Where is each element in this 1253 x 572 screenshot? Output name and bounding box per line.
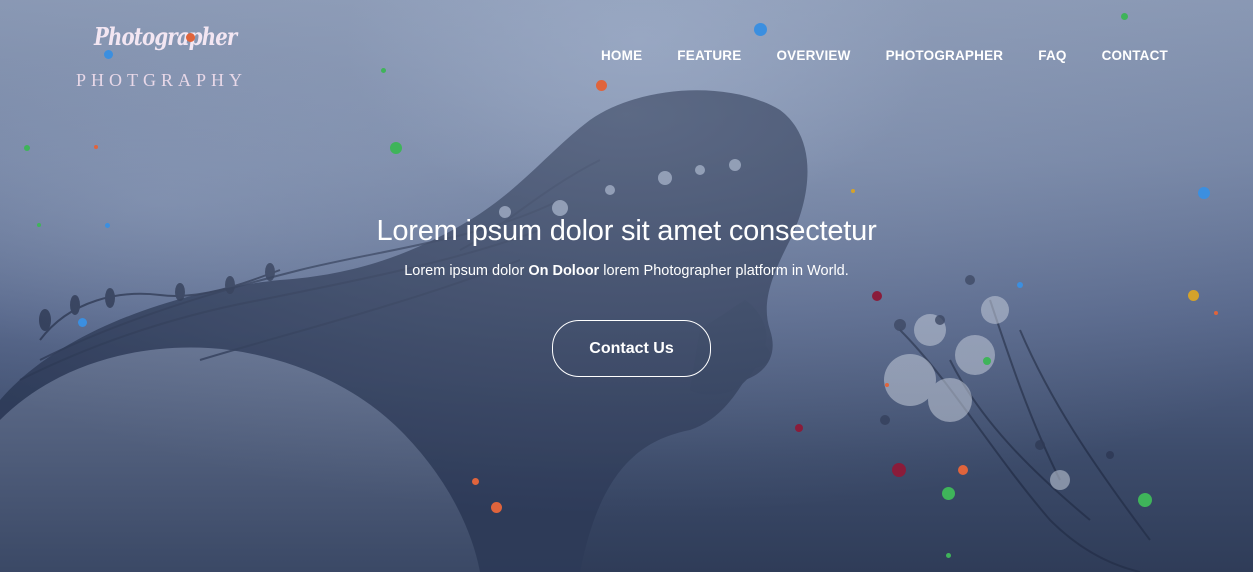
particle-dot bbox=[381, 68, 386, 73]
particle-dot bbox=[795, 424, 803, 432]
hero-subheadline: Lorem ipsum dolor On Doloor lorem Photog… bbox=[0, 263, 1253, 279]
hero-headline: Lorem ipsum dolor sit amet consectetur bbox=[376, 215, 877, 247]
logo-title: Photographer bbox=[94, 22, 237, 51]
nav-link-contact[interactable]: CONTACT bbox=[1102, 47, 1168, 65]
hero-sub-bold: On Doloor bbox=[528, 263, 600, 279]
particle-dot bbox=[78, 318, 87, 327]
particle-dot bbox=[872, 291, 882, 301]
particle-dot bbox=[983, 357, 991, 365]
particle-dot bbox=[472, 478, 479, 485]
particle-dot bbox=[94, 145, 98, 149]
particle-dot bbox=[390, 142, 402, 154]
particle-dot bbox=[1121, 13, 1128, 20]
particle-dot bbox=[958, 465, 968, 475]
particle-dot bbox=[596, 80, 607, 91]
contact-us-button[interactable]: Contact Us bbox=[552, 320, 711, 377]
particle-dot bbox=[851, 189, 855, 193]
logo-accent-dot bbox=[186, 33, 195, 42]
particle-dot bbox=[24, 145, 30, 151]
nav-link-photographer[interactable]: PHOTOGRAPHER bbox=[886, 47, 1004, 65]
logo-subtitle: PHOTGRAPHY bbox=[76, 70, 248, 90]
main-nav: HOME FEATURE OVERVIEW PHOTOGRAPHER FAQ C… bbox=[566, 47, 1168, 65]
particle-dot bbox=[1188, 290, 1199, 301]
particle-dot bbox=[754, 23, 767, 36]
hero-sub-text-end: lorem Photographer platform in World. bbox=[599, 263, 849, 279]
particle-dot bbox=[1198, 187, 1210, 199]
site-logo[interactable]: Photographer PHOTGRAPHY bbox=[72, 20, 242, 100]
particle-dot bbox=[892, 463, 906, 477]
nav-link-faq[interactable]: FAQ bbox=[1038, 47, 1066, 65]
particle-dot bbox=[1138, 493, 1152, 507]
nav-link-feature[interactable]: FEATURE bbox=[677, 47, 741, 65]
nav-link-home[interactable]: HOME bbox=[601, 47, 642, 65]
particle-dot bbox=[942, 487, 955, 500]
particle-dot bbox=[491, 502, 502, 513]
nav-link-overview[interactable]: OVERVIEW bbox=[776, 47, 850, 65]
particle-dot bbox=[946, 553, 951, 558]
hero-sub-text-start: Lorem ipsum dolor bbox=[404, 263, 529, 279]
particle-dot bbox=[885, 383, 889, 387]
particle-dot bbox=[1017, 282, 1023, 288]
particle-dot bbox=[1214, 311, 1218, 315]
hero-section: Photographer PHOTGRAPHY HOME FEATURE OVE… bbox=[0, 0, 1253, 572]
